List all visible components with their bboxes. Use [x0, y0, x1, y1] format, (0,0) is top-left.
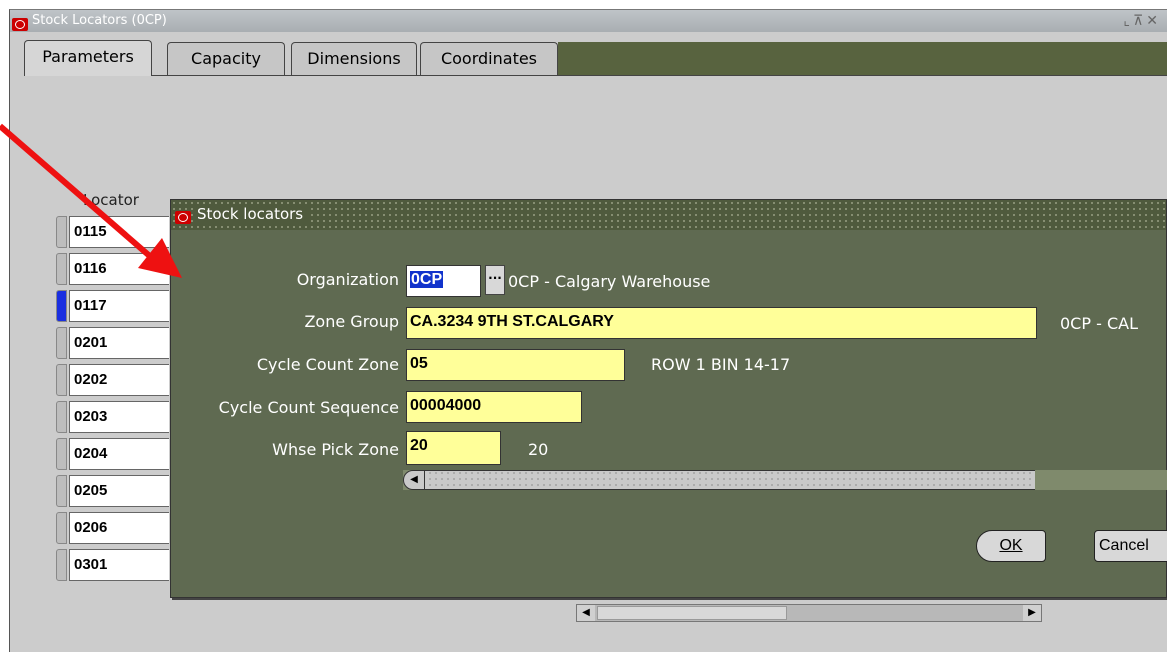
dialog-titlebar[interactable]: Stock locators: [171, 200, 1166, 230]
locator-cell[interactable]: 0203: [69, 401, 169, 433]
current-row-marker[interactable]: [56, 290, 67, 322]
window-title: Stock Locators (0CP): [32, 13, 167, 28]
oracle-logo-icon: [12, 18, 28, 31]
cancel-button[interactable]: Cancel: [1094, 530, 1167, 562]
row-marker[interactable]: [56, 364, 67, 396]
window-titlebar[interactable]: Stock Locators (0CP) ⌞⊼✕: [10, 10, 1167, 32]
zone-group-label: Zone Group: [304, 312, 399, 331]
scroll-thumb[interactable]: [425, 470, 1035, 490]
tab-dimensions[interactable]: Dimensions: [291, 42, 417, 76]
cycle-count-zone-description: ROW 1 BIN 14-17: [651, 355, 791, 374]
locator-cell[interactable]: 0204: [69, 438, 169, 470]
row-marker[interactable]: [56, 475, 67, 507]
dialog-horizontal-scrollbar[interactable]: ◀: [403, 470, 1167, 490]
scroll-left-icon[interactable]: ◀: [577, 605, 595, 621]
locator-cell[interactable]: 0117: [69, 290, 169, 322]
dialog-title: Stock locators: [197, 205, 312, 223]
row-marker[interactable]: [56, 549, 67, 581]
ok-button[interactable]: OK: [976, 530, 1046, 562]
row-marker[interactable]: [56, 327, 67, 359]
zone-group-description: 0CP - CAL: [1060, 314, 1138, 333]
cycle-count-zone-field[interactable]: 05: [406, 349, 625, 381]
ok-button-label: OK: [999, 537, 1023, 554]
whse-pick-zone-field[interactable]: 20: [406, 431, 501, 465]
arrow-shaft: [0, 123, 154, 261]
scroll-right-icon[interactable]: ▶: [1023, 605, 1041, 621]
row-marker[interactable]: [56, 438, 67, 470]
list-of-values-button[interactable]: ···: [485, 265, 505, 295]
cycle-count-sequence-field[interactable]: 00004000: [406, 391, 582, 423]
whse-pick-zone-label: Whse Pick Zone: [272, 440, 399, 459]
tab-coordinates[interactable]: Coordinates: [420, 42, 558, 76]
grid-horizontal-scrollbar[interactable]: ◀ ▶: [576, 604, 1042, 622]
locator-cell[interactable]: 0301: [69, 549, 169, 581]
locator-cell[interactable]: 0202: [69, 364, 169, 396]
whse-pick-zone-description: 20: [528, 440, 549, 459]
zone-group-field[interactable]: CA.3234 9TH ST.CALGARY: [406, 307, 1037, 339]
locator-cell[interactable]: 0205: [69, 475, 169, 507]
annotation-arrow-icon: [0, 123, 182, 278]
locator-cell[interactable]: 0201: [69, 327, 169, 359]
arrow-head: [138, 238, 182, 278]
window-controls-icon[interactable]: ⌞⊼✕: [1123, 10, 1161, 32]
organization-value: 0CP: [410, 271, 444, 288]
tabstrip-filler: [558, 42, 1167, 76]
tab-divider: [152, 75, 1167, 76]
cancel-button-label: Cancel: [1099, 537, 1149, 554]
cycle-count-zone-label: Cycle Count Zone: [256, 355, 399, 374]
scroll-thumb[interactable]: [597, 606, 787, 620]
organization-description: 0CP - Calgary Warehouse: [508, 272, 711, 291]
scroll-left-icon[interactable]: ◀: [403, 470, 425, 490]
row-marker[interactable]: [56, 512, 67, 544]
tab-parameters[interactable]: Parameters: [24, 40, 152, 76]
organization-label: Organization: [296, 270, 399, 289]
cycle-count-sequence-label: Cycle Count Sequence: [218, 398, 399, 417]
stock-locators-dialog: Stock locators Organization 0CP ··· 0CP …: [170, 199, 1167, 598]
locator-cell[interactable]: 0206: [69, 512, 169, 544]
tab-capacity[interactable]: Capacity: [167, 42, 285, 76]
organization-field[interactable]: 0CP: [406, 265, 481, 297]
row-marker[interactable]: [56, 401, 67, 433]
